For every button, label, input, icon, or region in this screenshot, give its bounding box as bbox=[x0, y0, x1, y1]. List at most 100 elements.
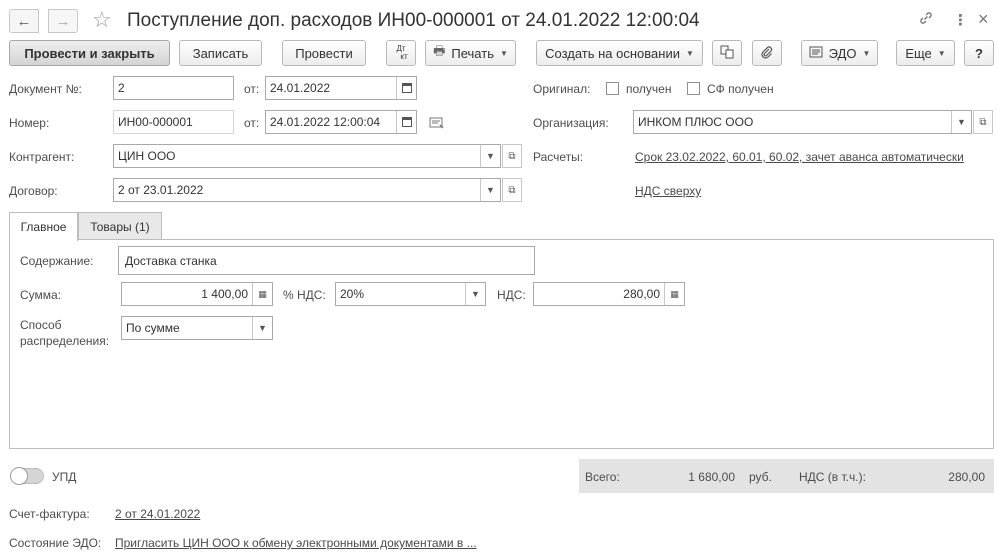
dtkt-icon: Дт кт bbox=[396, 44, 408, 61]
contract-input[interactable]: 2 от 23.01.2022 ▼ bbox=[113, 178, 501, 202]
sf-received-checkbox[interactable] bbox=[687, 82, 700, 95]
distribution-label-line2: распределения: bbox=[20, 334, 110, 348]
chevron-down-icon[interactable]: ▼ bbox=[252, 317, 272, 339]
vat-rate-label: % НДС: bbox=[283, 288, 326, 302]
currency-label: руб. bbox=[749, 470, 772, 484]
vat-on-top-link[interactable]: НДС сверху bbox=[635, 183, 701, 199]
vat-value: 280,00 bbox=[623, 287, 660, 301]
number-date-from-label: от: bbox=[244, 116, 260, 130]
chevron-down-icon[interactable]: ▼ bbox=[465, 283, 485, 305]
help-button[interactable]: ? bbox=[964, 40, 994, 66]
tab-goods-label: Товары (1) bbox=[90, 219, 150, 234]
content-value: Доставка станка bbox=[125, 253, 217, 268]
contract-label: Договор: bbox=[9, 184, 58, 198]
arrow-right-icon: → bbox=[55, 12, 71, 30]
chevron-down-icon[interactable]: ▼ bbox=[480, 179, 500, 201]
sum-input[interactable]: 1 400,00 ▦ bbox=[121, 282, 273, 306]
document-structure-icon bbox=[720, 45, 734, 62]
toggle-knob bbox=[10, 467, 28, 485]
open-organization-icon[interactable]: ⧉ bbox=[973, 110, 993, 134]
edo-label: ЭДО bbox=[828, 45, 857, 61]
content-label: Содержание: bbox=[20, 254, 94, 268]
post-and-close-label: Провести и закрыть bbox=[24, 45, 155, 61]
vat-input[interactable]: 280,00 ▦ bbox=[533, 282, 685, 306]
total-label: Всего: bbox=[585, 470, 620, 484]
distribution-label-line1: Способ bbox=[20, 318, 62, 332]
more-button[interactable]: Еще ▼ bbox=[896, 40, 955, 66]
edo-button[interactable]: ЭДО ▼ bbox=[801, 40, 878, 66]
upd-label: УПД bbox=[52, 470, 77, 484]
content-input[interactable]: Доставка станка bbox=[118, 246, 535, 275]
chevron-down-icon: ▼ bbox=[937, 48, 946, 58]
number-label: Номер: bbox=[9, 116, 50, 130]
favorite-star-icon[interactable]: ☆ bbox=[92, 7, 112, 33]
doc-number-label: Документ №: bbox=[9, 82, 82, 96]
link-icon[interactable] bbox=[918, 10, 934, 33]
page-title: Поступление доп. расходов ИН00-000001 от… bbox=[127, 10, 700, 31]
more-actions-icon[interactable]: ⋮ bbox=[953, 10, 968, 32]
create-based-on-button[interactable]: Создать на основании ▼ bbox=[536, 40, 703, 66]
forward-button[interactable]: → bbox=[48, 9, 78, 33]
original-received-checkbox[interactable] bbox=[606, 82, 619, 95]
sf-received-label: СФ получен bbox=[707, 82, 774, 96]
history-icon[interactable] bbox=[429, 116, 445, 133]
doc-number-input[interactable]: 2 bbox=[113, 76, 234, 100]
number-input[interactable]: ИН00-000001 bbox=[113, 110, 234, 134]
print-label: Печать bbox=[451, 45, 494, 61]
organization-value: ИНКОМ ПЛЮС ООО bbox=[638, 115, 754, 129]
tab-main[interactable]: Главное bbox=[9, 212, 78, 241]
vat-included-value: 280,00 bbox=[948, 470, 985, 484]
edo-icon bbox=[809, 46, 823, 61]
counterparty-value: ЦИН ООО bbox=[118, 149, 176, 163]
distribution-select[interactable]: По сумме ▼ bbox=[121, 316, 273, 340]
tab-main-label: Главное bbox=[20, 220, 67, 234]
post-label: Провести bbox=[295, 45, 353, 61]
distribution-value: По сумме bbox=[126, 321, 180, 335]
calculator-icon[interactable]: ▦ bbox=[664, 283, 684, 305]
total-value: 1 680,00 bbox=[688, 470, 735, 484]
paperclip-icon bbox=[760, 45, 774, 62]
post-and-close-button[interactable]: Провести и закрыть bbox=[9, 40, 170, 66]
dtkt-button[interactable]: Дт кт bbox=[386, 40, 416, 66]
create-based-on-label: Создать на основании bbox=[545, 45, 680, 61]
vat-rate-value: 20% bbox=[340, 287, 365, 301]
calculator-icon[interactable]: ▦ bbox=[252, 283, 272, 305]
tab-goods[interactable]: Товары (1) bbox=[78, 212, 162, 240]
vat-included-label: НДС (в т.ч.): bbox=[799, 470, 866, 484]
structure-button[interactable] bbox=[712, 40, 742, 66]
original-label: Оригинал: bbox=[533, 82, 591, 96]
close-icon[interactable]: × bbox=[978, 8, 989, 30]
upd-toggle[interactable] bbox=[10, 467, 44, 485]
sum-label: Сумма: bbox=[20, 288, 62, 302]
date-from-label: от: bbox=[244, 82, 260, 96]
more-label: Еще bbox=[905, 45, 932, 61]
chevron-down-icon: ▼ bbox=[499, 48, 508, 58]
invoice-link[interactable]: 2 от 24.01.2022 bbox=[115, 506, 200, 522]
calendar-icon[interactable] bbox=[396, 111, 416, 133]
calendar-icon[interactable] bbox=[396, 77, 416, 99]
post-button[interactable]: Провести bbox=[282, 40, 366, 66]
number-value: ИН00-000001 bbox=[118, 115, 193, 129]
open-contract-icon[interactable]: ⧉ bbox=[502, 178, 522, 202]
edo-state-link[interactable]: Пригласить ЦИН ООО к обмену электронными… bbox=[115, 535, 477, 551]
chevron-down-icon[interactable]: ▼ bbox=[951, 111, 971, 133]
edo-state-label: Состояние ЭДО: bbox=[9, 536, 102, 550]
invoice-label: Счет-фактура: bbox=[9, 507, 90, 521]
help-label: ? bbox=[975, 45, 983, 61]
print-button[interactable]: 🖶 Печать ▼ bbox=[425, 40, 516, 66]
organization-label: Организация: bbox=[533, 116, 609, 130]
number-datetime-input[interactable]: 24.01.2022 12:00:04 bbox=[265, 110, 417, 134]
chevron-down-icon[interactable]: ▼ bbox=[480, 145, 500, 167]
attach-button[interactable] bbox=[752, 40, 782, 66]
counterparty-label: Контрагент: bbox=[9, 150, 75, 164]
vat-rate-select[interactable]: 20% ▼ bbox=[335, 282, 486, 306]
counterparty-input[interactable]: ЦИН ООО ▼ bbox=[113, 144, 501, 168]
open-counterparty-icon[interactable]: ⧉ bbox=[502, 144, 522, 168]
received-label: получен bbox=[626, 82, 672, 96]
settlements-link[interactable]: Срок 23.02.2022, 60.01, 60.02, зачет ава… bbox=[635, 149, 964, 165]
doc-date-input[interactable]: 24.01.2022 bbox=[265, 76, 417, 100]
save-button[interactable]: Записать bbox=[179, 40, 262, 66]
back-button[interactable]: ← bbox=[9, 9, 39, 33]
chevron-down-icon: ▼ bbox=[685, 48, 694, 58]
organization-input[interactable]: ИНКОМ ПЛЮС ООО ▼ bbox=[633, 110, 972, 134]
